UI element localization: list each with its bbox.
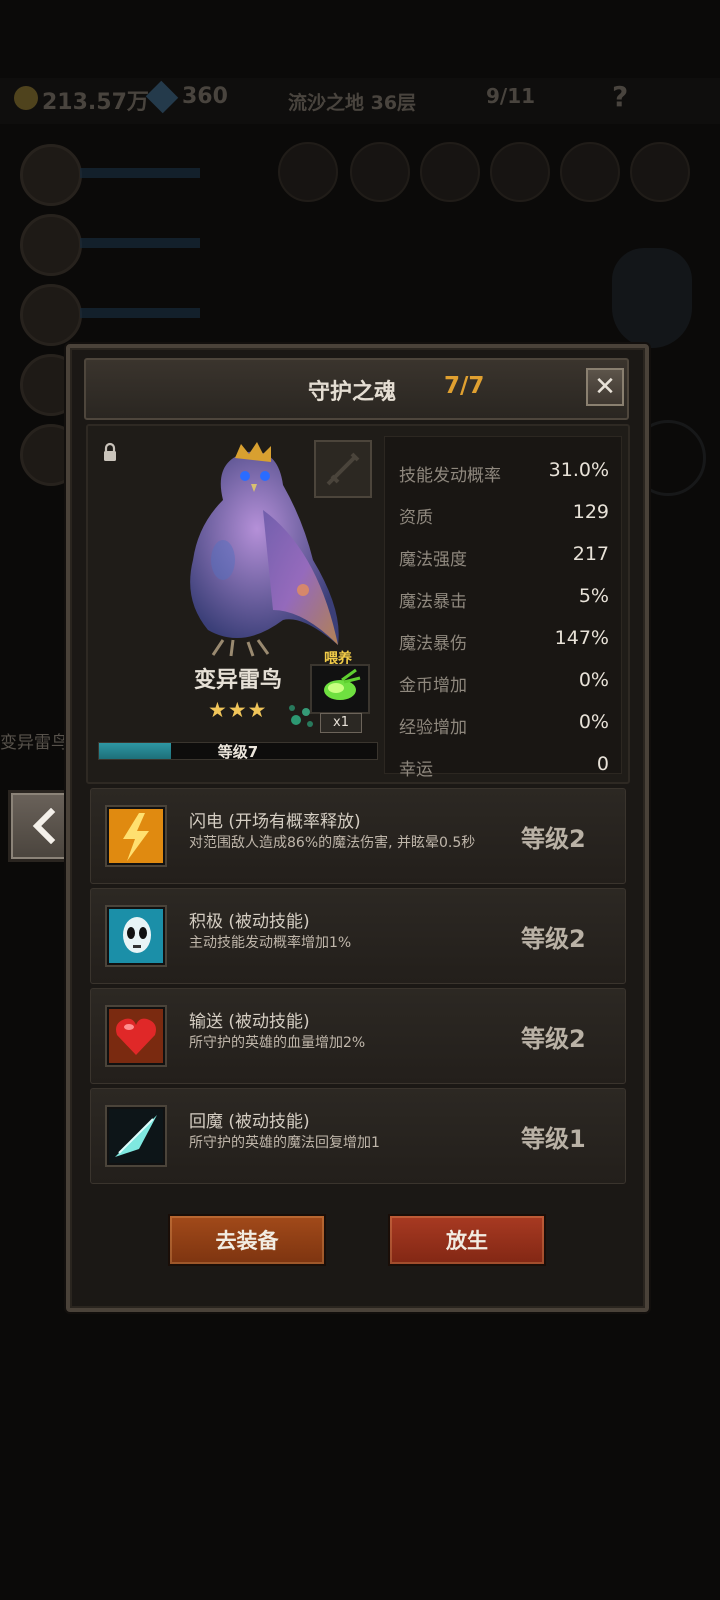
- skill-name: 闪电 (开场有概率释放): [189, 812, 361, 832]
- skill-level: 等级1: [521, 1125, 586, 1153]
- exp-bar: 等级7: [98, 742, 378, 761]
- gold-coin-icon: [14, 86, 38, 110]
- hero-bar: [80, 308, 200, 318]
- stat-value: 5%: [578, 585, 609, 607]
- stat-label: 幸运: [399, 760, 433, 780]
- dialog-title: 守护之魂: [308, 380, 397, 405]
- skill-description: 所守护的英雄的魔法回复增加1: [189, 1135, 380, 1151]
- equip-slot[interactable]: [278, 142, 338, 202]
- stat-row: 金币增加 0%: [385, 663, 621, 701]
- side-pet-name: 变异雷鸟: [0, 733, 68, 753]
- gem-amount: 360: [182, 84, 228, 109]
- skill-row[interactable]: 输送 (被动技能) 所守护的英雄的血量增加2% 等级2: [90, 988, 626, 1084]
- close-button[interactable]: ✕: [586, 368, 624, 406]
- skill-name: 输送 (被动技能): [189, 1012, 310, 1032]
- stat-row: 技能发动概率 31.0%: [385, 453, 621, 491]
- mask-icon: [107, 907, 165, 965]
- keys-count: 9/11: [486, 84, 536, 108]
- star-rating: ★★★: [208, 698, 268, 722]
- equip-slot[interactable]: [350, 142, 410, 202]
- stat-value: 147%: [554, 627, 609, 649]
- skill-level: 等级2: [521, 825, 586, 853]
- equip-button[interactable]: 去装备: [168, 1214, 326, 1266]
- stat-row: 经验增加 0%: [385, 705, 621, 743]
- pet-count: 7/7: [444, 373, 485, 399]
- pet-name: 变异雷鸟: [193, 668, 282, 693]
- skill-name: 积极 (被动技能): [189, 912, 310, 932]
- blade-icon: [107, 1107, 165, 1165]
- stat-value: 31.0%: [548, 459, 609, 481]
- hero-bar: [80, 238, 200, 248]
- stat-row: 资质 129: [385, 495, 621, 533]
- release-button[interactable]: 放生: [388, 1214, 546, 1266]
- equip-slot[interactable]: [630, 142, 690, 202]
- skill-level: 等级2: [521, 925, 586, 953]
- stat-value: 0: [596, 753, 609, 775]
- skill-name: 回魔 (被动技能): [189, 1112, 310, 1132]
- heart-icon: [107, 1007, 165, 1065]
- stat-value: 0%: [578, 669, 609, 691]
- hero-bar: [80, 168, 200, 178]
- stat-row: 魔法暴伤 147%: [385, 621, 621, 659]
- stat-row: 魔法强度 217: [385, 537, 621, 575]
- stat-label: 魔法暴击: [399, 592, 467, 612]
- hero-avatar[interactable]: [20, 144, 82, 206]
- hero-avatar[interactable]: [20, 214, 82, 276]
- skill-row[interactable]: 积极 (被动技能) 主动技能发动概率增加1% 等级2: [90, 888, 626, 984]
- stat-row: 魔法暴击 5%: [385, 579, 621, 617]
- stat-value: 129: [572, 501, 609, 523]
- skill-description: 所守护的英雄的血量增加2%: [189, 1035, 366, 1051]
- lock-icon[interactable]: [102, 442, 118, 462]
- equipment-slot[interactable]: [314, 440, 372, 498]
- help-button[interactable]: ?: [612, 80, 628, 113]
- feed-item-button[interactable]: [310, 664, 370, 714]
- guardian-soul-dialog: 守护之魂 7/7 ✕ 变异雷鸟 ★★★ 喂养 x1 等级7 技能发动概率 31.…: [66, 344, 649, 1312]
- stat-row: 幸运 0: [385, 747, 621, 785]
- hero-avatar[interactable]: [20, 284, 82, 346]
- location-label: 流沙之地 36层: [288, 92, 417, 114]
- lightning-icon: [107, 807, 165, 865]
- leaf-food-icon: [324, 668, 361, 700]
- sword-icon: [326, 452, 360, 486]
- stat-label: 魔法暴伤: [399, 634, 467, 654]
- dialog-header: 守护之魂 7/7 ✕: [84, 358, 629, 420]
- stat-value: 217: [572, 543, 609, 565]
- stat-label: 金币增加: [399, 676, 467, 696]
- shield-icon: [612, 248, 692, 348]
- gold-amount: 213.57万: [42, 90, 149, 115]
- stat-value: 0%: [578, 711, 609, 733]
- stats-panel: 技能发动概率 31.0% 资质 129 魔法强度 217 魔法暴击 5% 魔法暴伤 147% 金币增…: [384, 436, 622, 780]
- skill-level: 等级2: [521, 1025, 586, 1053]
- skill-description: 对范围敌人造成86%的魔法伤害, 并眩晕0.5秒: [189, 835, 476, 851]
- skill-row[interactable]: 回魔 (被动技能) 所守护的英雄的魔法回复增加1 等级1: [90, 1088, 626, 1184]
- equip-slot[interactable]: [420, 142, 480, 202]
- stat-label: 资质: [399, 508, 433, 528]
- equip-slot[interactable]: [560, 142, 620, 202]
- stat-label: 魔法强度: [399, 550, 467, 570]
- skill-description: 主动技能发动概率增加1%: [189, 935, 352, 951]
- stat-label: 技能发动概率: [399, 466, 501, 486]
- feed-count: x1: [320, 713, 362, 733]
- stat-label: 经验增加: [399, 718, 467, 738]
- close-icon: ✕: [594, 372, 616, 402]
- pet-level: 等级7: [217, 743, 259, 761]
- pet-info-panel: 变异雷鸟 ★★★ 喂养 x1 等级7 技能发动概率 31.0% 资质 129 魔法强度 2…: [86, 424, 630, 784]
- skill-row[interactable]: 闪电 (开场有概率释放) 对范围敌人造成86%的魔法伤害, 并眩晕0.5秒 等级2: [90, 788, 626, 884]
- equip-slot[interactable]: [490, 142, 550, 202]
- chevron-left-icon: [32, 808, 56, 844]
